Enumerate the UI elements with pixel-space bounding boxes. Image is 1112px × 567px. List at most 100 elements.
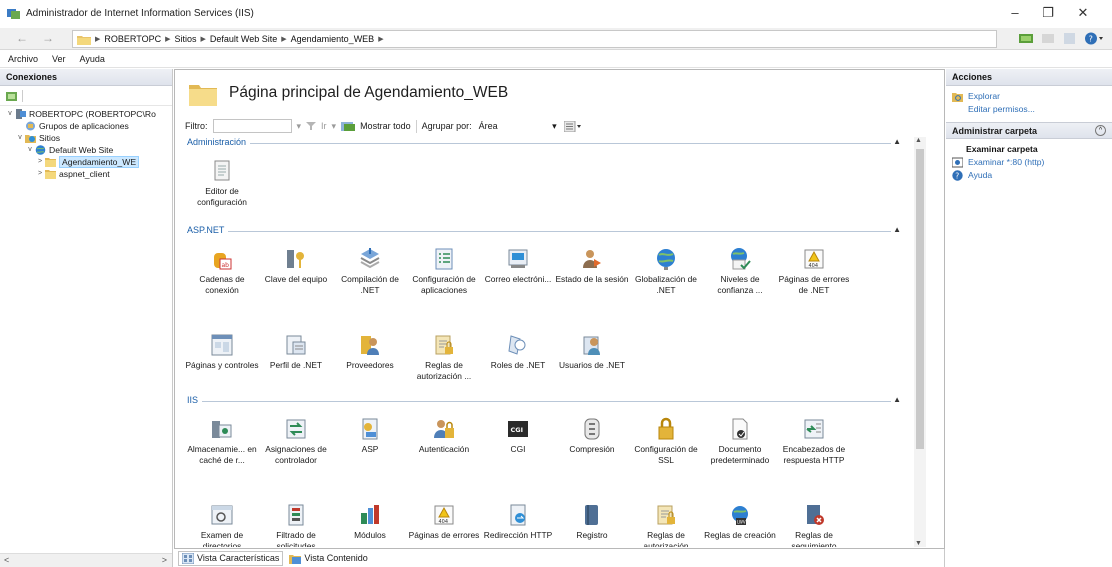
server-icon xyxy=(15,109,26,119)
tree-node[interactable]: > aspnet_client xyxy=(0,168,172,180)
page-title: Página principal de Agendamiento_WEB xyxy=(229,84,509,101)
breadcrumb-separator-icon: ▶ xyxy=(165,36,171,43)
feature-item[interactable]: Filtrado de solicitudes xyxy=(259,503,333,547)
funnel-icon[interactable] xyxy=(306,121,317,131)
tab-content-view[interactable]: Vista Contenido xyxy=(285,550,372,566)
tab-features-view[interactable]: Vista Características xyxy=(178,550,284,566)
feature-item[interactable]: Configuración de aplicaciones xyxy=(407,247,481,295)
tree-expander-icon[interactable]: v xyxy=(26,144,34,156)
feature-item[interactable]: LWV Reglas de creación xyxy=(703,503,777,541)
breadcrumb-separator-icon: ▶ xyxy=(200,36,206,43)
filter-dropdown-icon[interactable]: ▾ xyxy=(297,121,302,132)
collapse-group-icon[interactable]: ▲ xyxy=(893,395,901,404)
feature-item[interactable]: Almacenamie... en caché de r... xyxy=(185,417,259,465)
tree-node[interactable]: v Default Web Site xyxy=(0,144,172,156)
feature-item[interactable]: Páginas y controles xyxy=(185,333,259,371)
breadcrumb-item-sites[interactable]: Sitios xyxy=(174,34,196,44)
feature-item[interactable]: Proveedores xyxy=(333,333,407,371)
close-button[interactable]: ✕ xyxy=(1071,4,1095,22)
feature-item[interactable]: Reglas de autorización xyxy=(629,503,703,547)
feature-group-header[interactable]: IIS ▲ xyxy=(185,395,909,407)
features-vscrollbar[interactable]: ▲ ▼ xyxy=(914,137,926,547)
feature-item[interactable]: Editor de configuración xyxy=(185,159,259,207)
menu-ver[interactable]: Ver xyxy=(52,54,66,64)
forward-button[interactable]: → xyxy=(38,30,58,47)
minimize-button[interactable]: – xyxy=(1003,4,1027,22)
filter-input[interactable] xyxy=(212,119,292,133)
connect-icon[interactable] xyxy=(5,90,18,102)
tree-expander-icon[interactable]: > xyxy=(36,156,44,168)
collapse-group-icon[interactable]: ▲ xyxy=(893,137,901,146)
action-edit-permissions-label: Editar permisos... xyxy=(968,104,1035,114)
smtp-icon xyxy=(506,247,530,271)
tree-node[interactable]: v ROBERTOPC (ROBERTOPC\Ro xyxy=(0,108,172,120)
request-filtering-icon xyxy=(284,503,308,527)
menu-archivo[interactable]: Archivo xyxy=(8,54,38,64)
tree-node[interactable]: Grupos de aplicaciones xyxy=(0,120,172,132)
breadcrumb-item-site[interactable]: Default Web Site xyxy=(210,34,277,44)
scrollbar-thumb[interactable] xyxy=(916,149,924,449)
feature-item[interactable]: Autenticación xyxy=(407,417,481,455)
tree-expander-icon[interactable]: v xyxy=(16,132,24,144)
feature-item[interactable]: Redirección HTTP xyxy=(481,503,555,541)
session-state-icon xyxy=(580,247,604,271)
feature-item[interactable]: Globalización de .NET xyxy=(629,247,703,295)
stop-icon[interactable] xyxy=(1040,31,1056,46)
collapse-icon[interactable]: ^ xyxy=(1095,125,1106,136)
menu-ayuda[interactable]: Ayuda xyxy=(80,54,105,64)
feature-item[interactable]: Perfil de .NET xyxy=(259,333,333,371)
tree-expander-icon[interactable]: v xyxy=(6,108,14,120)
refresh-icon[interactable] xyxy=(1062,31,1078,46)
tree-node[interactable]: > Agendamiento_WE xyxy=(0,156,172,168)
feature-item[interactable]: Usuarios de .NET xyxy=(555,333,629,371)
action-explore[interactable]: Explorar xyxy=(952,90,1112,103)
feature-item[interactable]: Registro xyxy=(555,503,629,541)
group-by-select[interactable]: Área ▾ xyxy=(477,119,559,133)
help-dropdown-icon[interactable]: ? xyxy=(1084,31,1104,46)
feature-group-header[interactable]: ASP.NET ▲ xyxy=(185,225,909,237)
tree-expander-icon[interactable]: > xyxy=(36,168,44,180)
action-help[interactable]: ? Ayuda xyxy=(952,169,1112,182)
feature-item[interactable]: Configuración de SSL xyxy=(629,417,703,465)
feature-item[interactable]: ab Cadenas de conexión xyxy=(185,247,259,295)
feature-item[interactable]: 404 Páginas de errores xyxy=(407,503,481,541)
connect-icon[interactable] xyxy=(1018,31,1034,46)
feature-item[interactable]: Niveles de confianza ... xyxy=(703,247,777,295)
action-browse-http[interactable]: Examinar *:80 (http) xyxy=(952,156,1112,169)
feature-item[interactable]: ASP xyxy=(333,417,407,455)
scroll-down-icon[interactable]: ▼ xyxy=(915,540,922,547)
feature-item[interactable]: 404 Páginas de errores de .NET xyxy=(777,247,851,295)
scroll-right-icon[interactable]: > xyxy=(162,555,167,565)
maximize-button[interactable]: ❐ xyxy=(1036,4,1060,22)
collapse-group-icon[interactable]: ▲ xyxy=(893,225,901,234)
feature-item[interactable]: CGI CGI xyxy=(481,417,555,455)
go-button[interactable]: Ir xyxy=(321,121,327,131)
feature-item[interactable]: Roles de .NET xyxy=(481,333,555,371)
show-all-button[interactable]: Mostrar todo xyxy=(360,121,411,131)
feature-item[interactable]: Encabezados de respuesta HTTP xyxy=(777,417,851,465)
back-button[interactable]: ← xyxy=(12,30,32,47)
feature-item[interactable]: Documento predeterminado xyxy=(703,417,777,465)
breadcrumb-item-server[interactable]: ROBERTOPC xyxy=(104,34,161,44)
feature-item[interactable]: Compresión xyxy=(555,417,629,455)
feature-item[interactable]: Compilación de .NET xyxy=(333,247,407,295)
tree-node[interactable]: v Sitios xyxy=(0,132,172,144)
feature-item[interactable]: Reglas de autorización ... xyxy=(407,333,481,381)
group-divider xyxy=(187,143,891,144)
feature-item[interactable]: Clave del equipo xyxy=(259,247,333,285)
feature-group-header[interactable]: Administración ▲ xyxy=(185,137,909,149)
breadcrumb[interactable]: ▶ ROBERTOPC ▶ Sitios ▶ Default Web Site … xyxy=(72,30,997,48)
breadcrumb-item-app[interactable]: Agendamiento_WEB xyxy=(291,34,375,44)
feature-item[interactable]: Módulos xyxy=(333,503,407,541)
feature-item[interactable]: Reglas de seguimiento xyxy=(777,503,851,547)
view-mode-icon[interactable] xyxy=(563,120,582,132)
go-dropdown-icon[interactable]: ▾ xyxy=(332,121,337,132)
scroll-left-icon[interactable]: < xyxy=(4,555,9,565)
scroll-up-icon[interactable]: ▲ xyxy=(915,137,922,144)
connections-hscrollbar[interactable]: < > xyxy=(0,553,172,567)
action-edit-permissions[interactable]: Editar permisos... xyxy=(952,103,1112,116)
feature-item[interactable]: Estado de la sesión xyxy=(555,247,629,285)
feature-item[interactable]: Examen de directorios xyxy=(185,503,259,547)
feature-item[interactable]: Asignaciones de controlador xyxy=(259,417,333,465)
feature-item[interactable]: Correo electróni... xyxy=(481,247,555,285)
